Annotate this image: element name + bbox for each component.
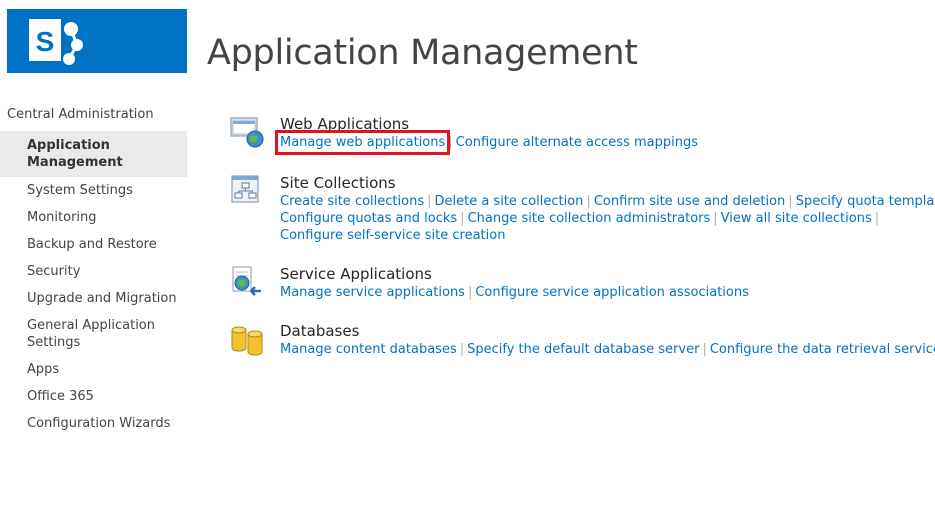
- link-create-site-collections[interactable]: Create site collections: [280, 194, 424, 209]
- link-configure-alternate-access-mappings[interactable]: Configure alternate access mappings: [456, 135, 698, 150]
- links-site-collections: Create site collections | Delete a site co…: [280, 193, 935, 244]
- links-web-applications: Manage web applications | Configure altern…: [274, 130, 930, 155]
- link-change-site-collection-administrators[interactable]: Change site collection administrators: [468, 211, 711, 226]
- service-applications-icon: [232, 266, 261, 296]
- link-configure-self-service-site-creation[interactable]: Configure self-service site creation: [280, 228, 505, 243]
- link-confirm-site-use-and-deletion[interactable]: Confirm site use and deletion: [594, 194, 785, 209]
- link-separator: |: [459, 342, 465, 357]
- sharepoint-logo[interactable]: S: [7, 9, 187, 73]
- nav-item-office-365[interactable]: Office 365: [0, 383, 187, 410]
- link-manage-content-databases[interactable]: Manage content databases: [280, 342, 457, 357]
- link-separator: |: [427, 194, 432, 209]
- site-collections-icon: [231, 175, 259, 203]
- link-specify-quota-templates[interactable]: Specify quota templates: [796, 194, 935, 209]
- link-configure-service-application-associations[interactable]: Configure service application associatio…: [475, 285, 749, 300]
- nav-item-monitoring[interactable]: Monitoring: [0, 204, 187, 231]
- sharepoint-logo-icon: S: [29, 19, 83, 65]
- section-title-databases[interactable]: Databases: [280, 322, 930, 341]
- link-separator: |: [586, 194, 591, 209]
- link-configure-quotas-and-locks[interactable]: Configure quotas and locks: [280, 211, 457, 226]
- nav-item-upgrade-and-migration[interactable]: Upgrade and Migration: [0, 285, 187, 312]
- link-separator: |: [788, 194, 793, 209]
- link-separator: |: [713, 211, 718, 226]
- link-separator: |: [702, 342, 707, 357]
- nav-root-central-administration[interactable]: Central Administration: [0, 100, 187, 127]
- link-view-all-site-collections[interactable]: View all site collections: [721, 211, 872, 226]
- link-separator: |: [874, 211, 880, 226]
- links-service-applications: Manage service applications | Configure se…: [280, 284, 930, 301]
- nav-item-general-application-settings[interactable]: General Application Settings: [0, 312, 187, 356]
- databases-icon: [231, 326, 263, 356]
- nav-item-application-management[interactable]: Application Management: [0, 131, 187, 177]
- link-delete-a-site-collection[interactable]: Delete a site collection: [434, 194, 583, 209]
- web-applications-icon: [230, 117, 264, 148]
- link-manage-service-applications[interactable]: Manage service applications: [280, 285, 465, 300]
- section-title-site-collections[interactable]: Site Collections: [280, 174, 930, 193]
- section-title-service-applications[interactable]: Service Applications: [280, 265, 930, 284]
- link-separator: |: [467, 285, 473, 300]
- links-databases: Manage content databases | Specify the def…: [280, 341, 935, 358]
- nav-item-backup-and-restore[interactable]: Backup and Restore: [0, 231, 187, 258]
- link-separator: |: [460, 211, 465, 226]
- link-configure-the-data-retrieval-service[interactable]: Configure the data retrieval service: [710, 342, 935, 357]
- nav-item-apps[interactable]: Apps: [0, 356, 187, 383]
- link-specify-the-default-database-server[interactable]: Specify the default database server: [467, 342, 699, 357]
- nav-item-security[interactable]: Security: [0, 258, 187, 285]
- link-manage-web-applications[interactable]: Manage web applications: [274, 130, 451, 155]
- nav-item-configuration-wizards[interactable]: Configuration Wizards: [0, 410, 187, 437]
- section-title-web-applications[interactable]: Web Applications: [280, 115, 930, 134]
- svg-text:S: S: [36, 26, 55, 57]
- page-title: Application Management: [207, 33, 638, 73]
- nav-item-system-settings[interactable]: System Settings: [0, 177, 187, 204]
- link-separator: |: [448, 135, 453, 150]
- left-navigation: Central Administration Application Manag…: [0, 100, 187, 437]
